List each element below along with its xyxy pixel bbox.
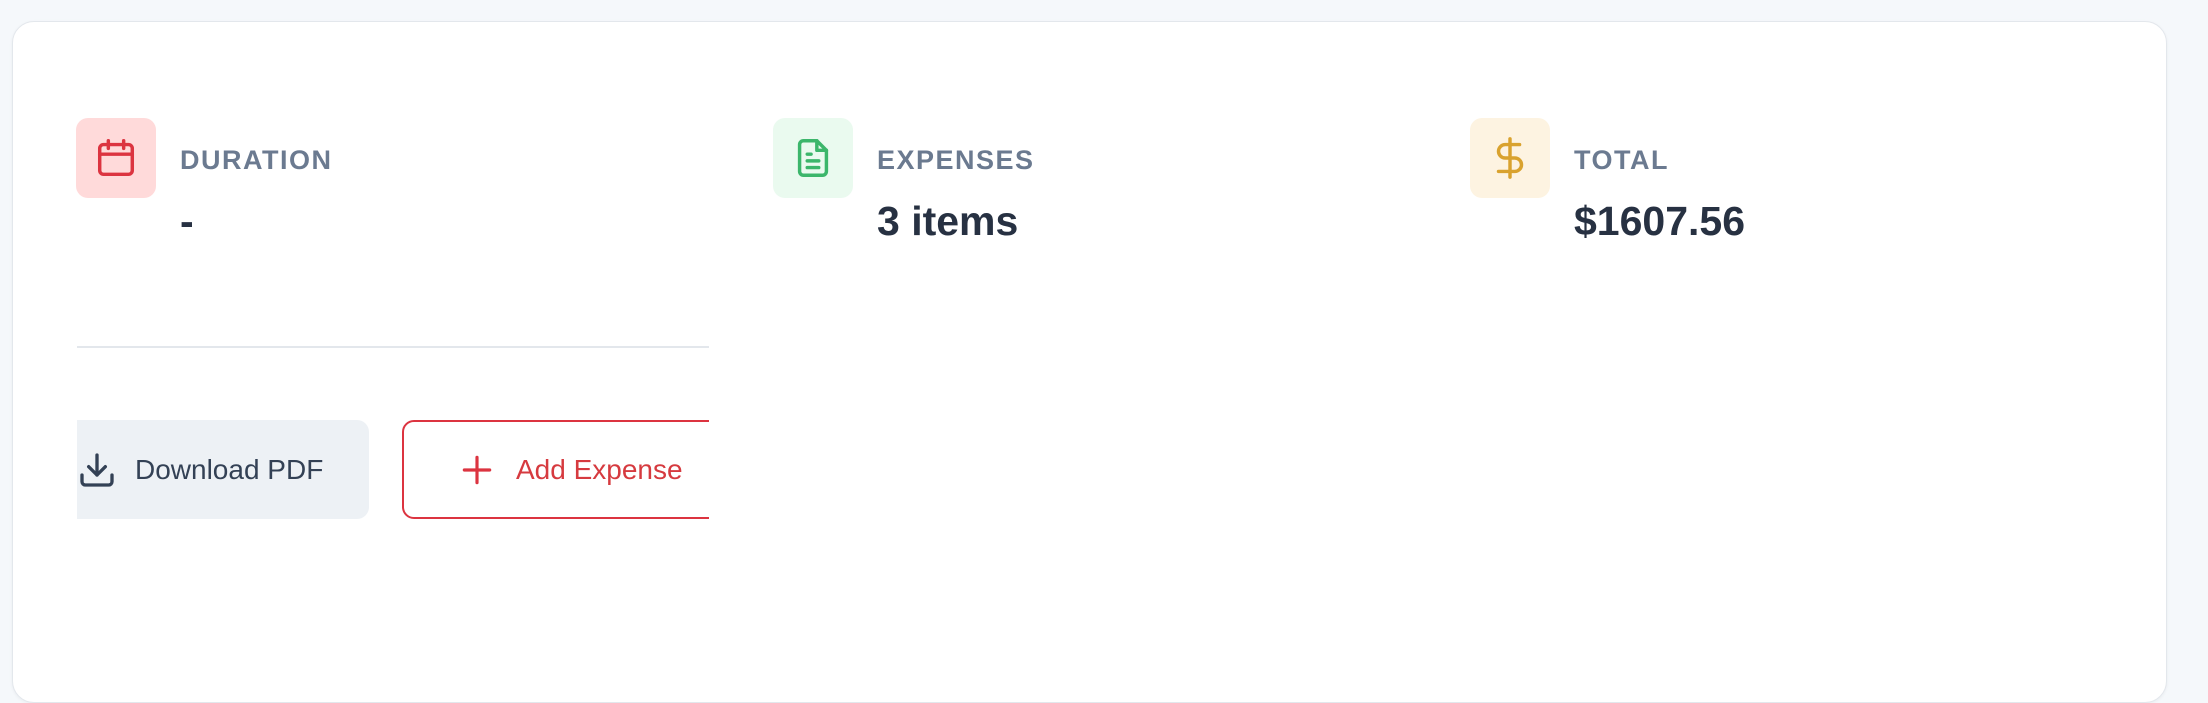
divider — [77, 346, 709, 348]
trip-summary-card: DURATION - EXPENSES 3 items TOTAL $1607.… — [12, 21, 2167, 703]
total-value: $1607.56 — [1574, 198, 1746, 244]
total-label: TOTAL — [1574, 145, 1669, 175]
calendar-icon — [76, 118, 156, 198]
add-expense-label: Add Expense — [516, 453, 683, 485]
download-icon — [80, 452, 114, 487]
actions-panel: Download PDF Add Expense — [77, 346, 709, 546]
plus-icon — [462, 455, 492, 484]
expenses-value: 3 items — [877, 198, 1019, 244]
add-expense-button[interactable]: Add Expense — [402, 420, 709, 519]
download-pdf-button[interactable]: Download PDF — [77, 420, 369, 519]
duration-value: - — [180, 198, 194, 244]
duration-label: DURATION — [180, 145, 333, 175]
document-icon — [773, 118, 853, 198]
download-pdf-label: Download PDF — [135, 453, 324, 485]
expenses-label: EXPENSES — [877, 145, 1035, 175]
dollar-icon — [1470, 118, 1550, 198]
